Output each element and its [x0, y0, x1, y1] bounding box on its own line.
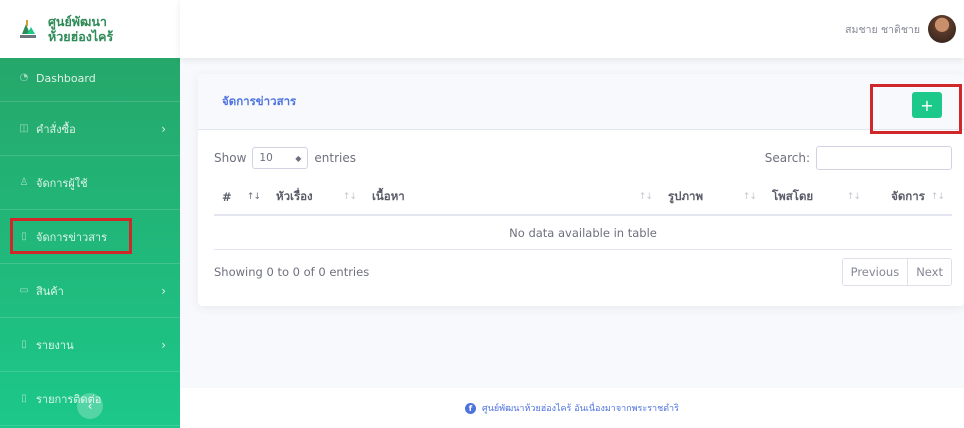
- sidebar-item-reports[interactable]: ▯ รายงาน ›: [0, 318, 180, 372]
- brand-line1: ศูนย์พัฒนา: [48, 14, 107, 29]
- card-title: จัดการข่าวสาร: [222, 93, 297, 108]
- previous-page-button[interactable]: Previous: [842, 259, 908, 285]
- table-footer: Showing 0 to 0 of 0 entries Previous Nex…: [214, 258, 952, 286]
- add-news-button[interactable]: +: [912, 92, 942, 118]
- sidebar-toggle-button[interactable]: ‹: [77, 393, 103, 419]
- brand-logo-icon: [18, 18, 38, 40]
- page-footer: f ศูนย์พัฒนาห้วยฮ่องไคร้ อันเนื่องมาจากพ…: [180, 388, 964, 428]
- brand[interactable]: ศูนย์พัฒนา ห้วยฮ่องไคร้: [0, 0, 180, 58]
- entries-length: Show 10 ◆ entries: [214, 147, 356, 169]
- dashboard-icon: ◔: [19, 72, 29, 83]
- sidebar-item-label: รายงาน: [36, 338, 74, 352]
- sort-icon: ↑↓: [342, 192, 357, 202]
- product-icon: ▭: [19, 285, 29, 296]
- entries-label: entries: [314, 151, 356, 165]
- column-header-index[interactable]: # ↑↓: [214, 180, 268, 214]
- sort-updown-icon: ◆: [295, 153, 302, 163]
- sidebar-item-dashboard[interactable]: ◔ Dashboard: [0, 58, 180, 102]
- sort-icon: ↑↓: [846, 192, 861, 202]
- user-icon: ♙: [19, 177, 29, 188]
- column-label: เนื้อหา: [372, 189, 405, 203]
- facebook-icon[interactable]: f: [465, 402, 477, 414]
- sidebar-item-news[interactable]: ▯ จัดการข่าวสาร: [0, 210, 180, 264]
- sidebar-item-label: สินค้า: [36, 284, 64, 298]
- search-label: Search:: [764, 151, 810, 165]
- news-icon: ▯: [21, 231, 27, 242]
- show-label: Show: [214, 151, 247, 165]
- brand-text: ศูนย์พัฒนา ห้วยฮ่องไคร้: [48, 14, 113, 44]
- column-label: #: [222, 190, 232, 204]
- sidebar: ศูนย์พัฒนา ห้วยฮ่องไคร้ ◔ Dashboard ◫ คำ…: [0, 0, 180, 428]
- topbar: สมชาย ชาติชาย: [180, 0, 964, 58]
- chevron-right-icon: ›: [161, 283, 166, 298]
- sort-icon: ↑↓: [638, 192, 653, 202]
- news-table: # ↑↓ หัวเรื่อง ↑↓ เนื้อหา ↑↓ รูปภาพ ↑↓ โ…: [214, 180, 952, 250]
- column-header-title[interactable]: หัวเรื่อง ↑↓: [268, 180, 364, 214]
- table-header: # ↑↓ หัวเรื่อง ↑↓ เนื้อหา ↑↓ รูปภาพ ↑↓ โ…: [214, 180, 952, 216]
- column-header-content[interactable]: เนื้อหา ↑↓: [364, 180, 660, 214]
- sidebar-item-label: คำสั่งซื้อ: [36, 122, 76, 136]
- report-icon: ▯: [21, 339, 27, 350]
- entries-select-value: 10: [259, 152, 273, 164]
- sidebar-item-label: Dashboard: [36, 72, 96, 85]
- sort-icon: ↑↓: [742, 192, 757, 202]
- table-controls: Show 10 ◆ entries Search:: [214, 146, 952, 170]
- column-label: โพสโดย: [772, 189, 814, 203]
- card-header: จัดการข่าวสาร: [198, 74, 964, 130]
- column-header-image[interactable]: รูปภาพ ↑↓: [660, 180, 764, 214]
- footer-text[interactable]: ศูนย์พัฒนาห้วยฮ่องไคร้ อันเนื่องมาจากพระ…: [482, 401, 679, 415]
- username[interactable]: สมชาย ชาติชาย: [845, 21, 920, 38]
- pagination: Previous Next: [841, 258, 952, 286]
- column-label: รูปภาพ: [668, 189, 704, 203]
- chevron-right-icon: ›: [161, 337, 166, 352]
- brand-line2: ห้วยฮ่องไคร้: [48, 29, 114, 44]
- sort-icon: ↑↓: [930, 192, 945, 202]
- sidebar-item-products[interactable]: ▭ สินค้า ›: [0, 264, 180, 318]
- next-page-button[interactable]: Next: [907, 259, 951, 285]
- chevron-right-icon: ›: [161, 121, 166, 136]
- avatar[interactable]: [928, 15, 956, 43]
- column-header-author[interactable]: โพสโดย ↑↓: [764, 180, 868, 214]
- column-label: จัดการ: [891, 189, 925, 203]
- sidebar-nav: ◔ Dashboard ◫ คำสั่งซื้อ › ♙ จัดการผู้ใช…: [0, 58, 180, 426]
- entries-select[interactable]: 10 ◆: [252, 147, 309, 169]
- search-input[interactable]: [816, 146, 952, 170]
- cart-icon: ◫: [19, 123, 29, 134]
- sidebar-item-label: จัดการข่าวสาร: [36, 230, 108, 244]
- table-empty-row: No data available in table: [214, 216, 952, 250]
- table-info: Showing 0 to 0 of 0 entries: [214, 265, 370, 279]
- column-label: หัวเรื่อง: [276, 189, 313, 203]
- sidebar-item-orders[interactable]: ◫ คำสั่งซื้อ ›: [0, 102, 180, 156]
- column-header-actions[interactable]: จัดการ ↑↓: [868, 180, 952, 214]
- table-search: Search:: [765, 146, 952, 170]
- sidebar-footer: ‹: [0, 384, 180, 428]
- sort-icon: ↑↓: [246, 192, 261, 202]
- sidebar-item-label: จัดการผู้ใช้: [36, 176, 88, 190]
- sidebar-item-users[interactable]: ♙ จัดการผู้ใช้: [0, 156, 180, 210]
- news-card: จัดการข่าวสาร + Show 10 ◆ entries Search…: [198, 74, 964, 306]
